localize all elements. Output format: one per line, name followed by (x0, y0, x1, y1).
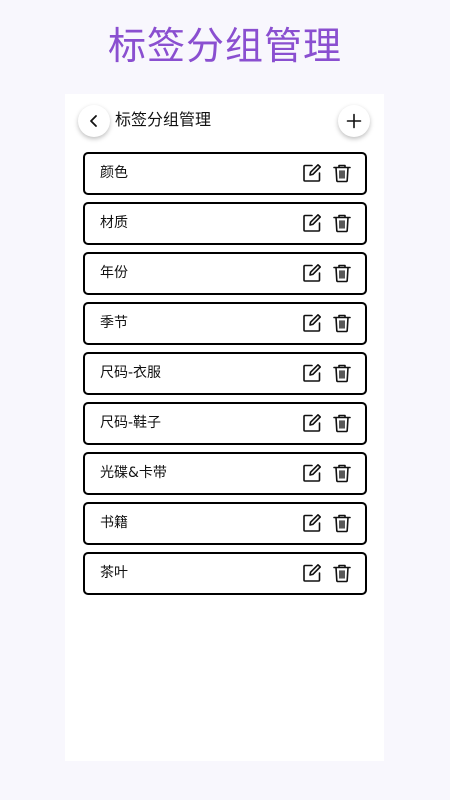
edit-button[interactable] (301, 212, 323, 234)
trash-icon (332, 313, 352, 333)
chevron-left-icon (87, 114, 101, 128)
delete-button[interactable] (331, 262, 353, 284)
header-title: 标签分组管理 (115, 110, 212, 129)
trash-icon (332, 413, 352, 433)
edit-icon (302, 413, 322, 433)
tag-group-name: 尺码-衣服 (100, 365, 162, 381)
edit-icon (302, 313, 322, 333)
back-button[interactable] (78, 105, 110, 137)
tag-group-item[interactable]: 尺码-鞋子 (83, 402, 367, 445)
tag-group-item[interactable]: 年份 (83, 252, 367, 295)
delete-button[interactable] (331, 412, 353, 434)
trash-icon (332, 463, 352, 483)
add-group-button[interactable] (338, 105, 370, 137)
edit-button[interactable] (301, 512, 323, 534)
edit-button[interactable] (301, 412, 323, 434)
tag-group-name: 材质 (100, 215, 128, 231)
edit-button[interactable] (301, 262, 323, 284)
edit-button[interactable] (301, 362, 323, 384)
trash-icon (332, 513, 352, 533)
edit-icon (302, 263, 322, 283)
trash-icon (332, 213, 352, 233)
tag-group-list: 颜色 材质 年份 季节 尺码-衣服 尺码-鞋子 光碟&卡带 书籍 茶叶 (83, 152, 367, 602)
delete-button[interactable] (331, 312, 353, 334)
delete-button[interactable] (331, 512, 353, 534)
tag-group-item[interactable]: 季节 (83, 302, 367, 345)
edit-icon (302, 163, 322, 183)
tag-group-name: 茶叶 (100, 565, 128, 581)
tag-group-name: 光碟&卡带 (100, 465, 167, 481)
edit-icon (302, 513, 322, 533)
tag-group-item[interactable]: 颜色 (83, 152, 367, 195)
edit-button[interactable] (301, 562, 323, 584)
edit-icon (302, 213, 322, 233)
page-title: 标签分组管理 (107, 24, 342, 68)
trash-icon (332, 163, 352, 183)
trash-icon (332, 263, 352, 283)
tag-group-item[interactable]: 尺码-衣服 (83, 352, 367, 395)
edit-button[interactable] (301, 462, 323, 484)
edit-icon (302, 463, 322, 483)
edit-icon (302, 363, 322, 383)
plus-icon (346, 113, 362, 129)
tag-group-name: 年份 (100, 265, 128, 281)
edit-button[interactable] (301, 312, 323, 334)
trash-icon (332, 563, 352, 583)
edit-button[interactable] (301, 162, 323, 184)
delete-button[interactable] (331, 462, 353, 484)
tag-group-item[interactable]: 光碟&卡带 (83, 452, 367, 495)
tag-group-item[interactable]: 茶叶 (83, 552, 367, 595)
tag-group-name: 季节 (100, 315, 128, 331)
delete-button[interactable] (331, 212, 353, 234)
delete-button[interactable] (331, 362, 353, 384)
delete-button[interactable] (331, 162, 353, 184)
tag-group-name: 颜色 (100, 165, 128, 181)
tag-group-name: 尺码-鞋子 (100, 415, 162, 431)
trash-icon (332, 363, 352, 383)
tag-group-item[interactable]: 书籍 (83, 502, 367, 545)
delete-button[interactable] (331, 562, 353, 584)
tag-group-name: 书籍 (100, 515, 128, 531)
app-screen: 标签分组管理 颜色 材质 年份 季节 尺码-衣服 尺码-鞋子 光碟&卡带 书籍 … (65, 94, 384, 761)
edit-icon (302, 563, 322, 583)
tag-group-item[interactable]: 材质 (83, 202, 367, 245)
